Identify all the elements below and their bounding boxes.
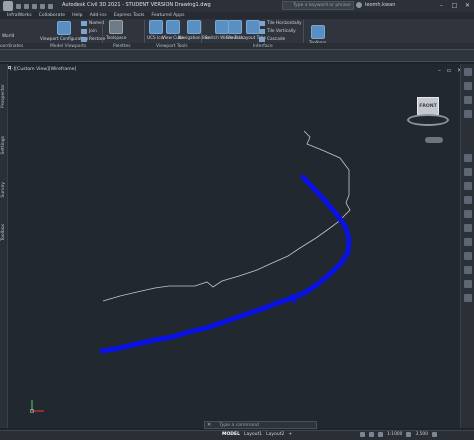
tool-icon[interactable] xyxy=(464,168,472,176)
viewcube-compass-icon[interactable] xyxy=(407,114,449,126)
tool-icon[interactable] xyxy=(464,238,472,246)
tool-icon[interactable] xyxy=(464,252,472,260)
ucs-axis-icon xyxy=(30,400,44,413)
status-bar: MODEL Layout1 Layout2 + 1:1000 3.500 xyxy=(0,430,474,440)
tool-icon[interactable] xyxy=(464,224,472,232)
drawing-geometry xyxy=(99,130,352,354)
command-close-icon[interactable]: ✕ xyxy=(207,422,211,428)
pan-icon[interactable] xyxy=(464,68,472,76)
tool-icon[interactable] xyxy=(464,294,472,302)
add-layout-icon[interactable]: + xyxy=(288,432,292,437)
ortho-icon[interactable] xyxy=(378,432,383,437)
viewport-controls-label[interactable]: [-][Custom View][Wireframe] xyxy=(10,67,76,72)
status-value[interactable]: 3.500 xyxy=(415,432,428,437)
orbit-icon[interactable] xyxy=(464,96,472,104)
viewcube[interactable]: FRONT xyxy=(405,92,451,144)
wcs-menu-icon[interactable] xyxy=(425,137,443,143)
zoom-icon[interactable] xyxy=(464,82,472,90)
viewport-restore-icon[interactable]: ▫ xyxy=(447,67,451,74)
alignment-path[interactable] xyxy=(99,174,352,354)
tool-icon[interactable] xyxy=(464,210,472,218)
tool-icon[interactable] xyxy=(464,266,472,274)
tool-icon[interactable] xyxy=(464,196,472,204)
workspace-icon[interactable] xyxy=(406,432,412,437)
tab-model[interactable]: MODEL xyxy=(222,432,240,437)
tool-icon[interactable] xyxy=(464,154,472,162)
command-line[interactable]: ✕ Type a command xyxy=(204,421,317,429)
right-tool-palette xyxy=(460,64,474,428)
tab-layout2[interactable]: Layout2 xyxy=(266,432,284,437)
existing-polyline[interactable] xyxy=(102,130,351,302)
annotation-scale[interactable]: 1:1000 xyxy=(387,432,402,437)
snap-icon[interactable] xyxy=(369,432,374,437)
viewport-minimize-icon[interactable]: – xyxy=(438,67,441,74)
viewcube-face[interactable]: FRONT xyxy=(417,97,439,115)
command-input[interactable]: Type a command xyxy=(219,423,259,428)
tool-icon[interactable] xyxy=(464,280,472,288)
tool-icon[interactable] xyxy=(464,182,472,190)
steering-wheel-icon[interactable] xyxy=(464,110,472,118)
customize-icon[interactable] xyxy=(432,432,438,437)
viewcube-face-label: FRONT xyxy=(419,103,437,109)
grid-icon[interactable] xyxy=(360,432,365,437)
tab-layout1[interactable]: Layout1 xyxy=(244,432,262,437)
